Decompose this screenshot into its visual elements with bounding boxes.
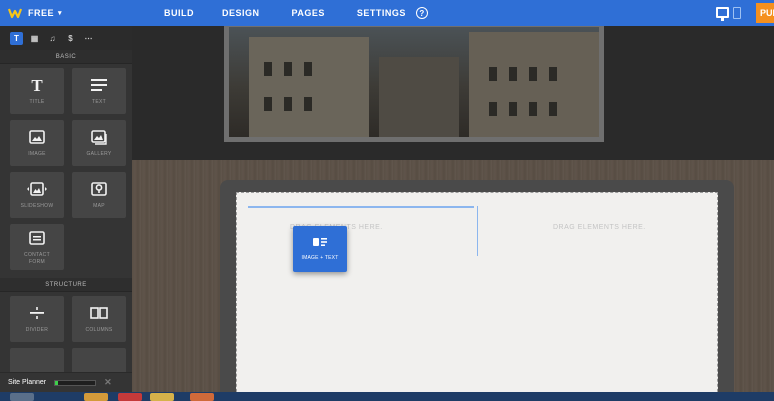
help-icon[interactable]: ? (415, 7, 428, 19)
site-planner[interactable]: Site Planner ✕ (0, 372, 132, 392)
image-text-icon (312, 237, 328, 250)
element-gallery[interactable]: GALLERY (72, 120, 126, 166)
element-label: MAP (93, 203, 105, 209)
element-more-1[interactable] (10, 348, 64, 372)
divider-icon (26, 304, 48, 322)
element-contact-form[interactable]: CONTACT FORM (10, 224, 64, 270)
weebly-logo-icon (8, 8, 22, 19)
taskbar-app[interactable] (10, 393, 34, 401)
site-planner-progress-fill (55, 380, 59, 385)
drop-column-left[interactable] (248, 206, 474, 256)
elements-sidebar: T ▦ ♫ $ ⋯ BASIC T TITLE TEXT IMAGE GALLE… (0, 26, 132, 372)
nav-build[interactable]: BUILD (164, 0, 194, 26)
section-basic-label: BASIC (0, 50, 132, 64)
nav-settings[interactable]: SETTINGS (357, 0, 406, 26)
element-label: GALLERY (86, 151, 112, 157)
basic-elements-grid: T TITLE TEXT IMAGE GALLERY SLIDESHOW MAP… (0, 64, 132, 270)
tab-more-icon[interactable]: ⋯ (82, 32, 95, 45)
top-toolbar: FREE ▾ BUILD DESIGN PAGES SETTINGS ? PUB… (0, 0, 774, 26)
text-lines-icon (88, 76, 110, 94)
element-more-2[interactable] (72, 348, 126, 372)
element-columns[interactable]: COLUMNS (72, 296, 126, 342)
section-structure-label: STRUCTURE (0, 278, 132, 292)
element-label: TITLE (29, 99, 45, 105)
element-label: SLIDESHOW (20, 203, 54, 209)
main-nav: BUILD DESIGN PAGES SETTINGS ? (132, 0, 428, 26)
editor-canvas: DRAG ELEMENTS HERE. DRAG ELEMENTS HERE. … (132, 26, 774, 392)
element-divider[interactable]: DIVIDER (10, 296, 64, 342)
tab-layout-icon[interactable]: ▦ (28, 32, 41, 45)
header-image[interactable] (224, 26, 604, 142)
form-icon (26, 229, 48, 247)
map-pin-icon (88, 180, 110, 198)
tab-media-icon[interactable]: ♫ (46, 32, 59, 45)
element-title[interactable]: T TITLE (10, 68, 64, 114)
site-planner-progress (54, 379, 97, 386)
nav-design[interactable]: DESIGN (222, 0, 260, 26)
nav-pages[interactable]: PAGES (292, 0, 325, 26)
tab-text-icon[interactable]: T (10, 31, 23, 45)
plan-menu[interactable]: FREE ▾ (0, 0, 132, 26)
dragged-element-label: IMAGE + TEXT (301, 255, 339, 261)
element-label: IMAGE (28, 151, 46, 157)
drop-column-right[interactable] (477, 206, 709, 256)
slideshow-icon (26, 180, 48, 198)
taskbar-app[interactable] (190, 393, 214, 401)
element-image[interactable]: IMAGE (10, 120, 64, 166)
taskbar-app[interactable] (150, 393, 174, 401)
desktop-view-icon[interactable] (716, 7, 729, 21)
element-label: TEXT (92, 99, 106, 105)
close-icon[interactable]: ✕ (104, 377, 112, 388)
chevron-down-icon: ▾ (58, 10, 63, 17)
publish-button[interactable]: PUBLISH (756, 3, 774, 23)
columns-icon (88, 304, 110, 322)
tab-commerce-icon[interactable]: $ (64, 32, 77, 45)
device-preview-toggle (716, 7, 741, 21)
element-map[interactable]: MAP (72, 172, 126, 218)
element-category-tabs: T ▦ ♫ $ ⋯ (0, 26, 132, 50)
structure-elements-grid: DIVIDER COLUMNS (0, 292, 132, 372)
dragged-element-image-text[interactable]: IMAGE + TEXT (293, 226, 347, 272)
taskbar-app[interactable] (84, 393, 108, 401)
mobile-view-icon[interactable] (733, 7, 741, 19)
taskbar-app[interactable] (118, 393, 142, 401)
drop-hint-right: DRAG ELEMENTS HERE. (553, 224, 646, 231)
os-taskbar (0, 392, 774, 401)
gallery-icon (88, 128, 110, 146)
element-label: DIVIDER (25, 327, 49, 333)
plan-label: FREE (28, 8, 55, 18)
element-label: COLUMNS (85, 327, 113, 333)
element-label: CONTACT FORM (24, 251, 50, 265)
title-icon: T (31, 75, 43, 95)
image-icon (26, 128, 48, 146)
element-slideshow[interactable]: SLIDESHOW (10, 172, 64, 218)
element-text[interactable]: TEXT (72, 68, 126, 114)
site-planner-label: Site Planner (8, 379, 47, 386)
